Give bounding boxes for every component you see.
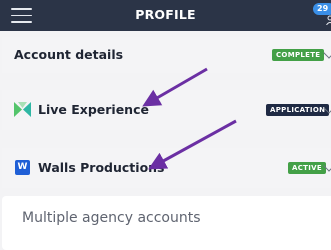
section-account-details[interactable]: Account details COMPLETE (2, 37, 331, 73)
multiple-agency-accounts-label[interactable]: Multiple agency accounts (22, 210, 201, 226)
live-experience-logo-icon (14, 102, 31, 117)
status-badge-application: APPLICATION (266, 104, 330, 116)
section-live-experience[interactable]: Live Experience APPLICATION (2, 90, 331, 130)
status-badge-active: ACTIVE (288, 162, 326, 174)
status-badge-complete: COMPLETE (272, 49, 325, 61)
top-bar: PROFILE 29 (0, 0, 331, 31)
walls-productions-logo-icon: W (15, 160, 30, 175)
notification-badge[interactable]: 29 (313, 3, 331, 15)
section-label: Live Experience (38, 102, 149, 117)
chevron-down-icon[interactable] (323, 47, 331, 59)
user-icon[interactable] (326, 15, 331, 25)
page-title: PROFILE (135, 7, 196, 22)
section-walls-productions[interactable]: W Walls Productions ACTIVE (2, 148, 331, 188)
section-label: Walls Productions (38, 160, 165, 175)
section-label: Account details (14, 47, 124, 62)
